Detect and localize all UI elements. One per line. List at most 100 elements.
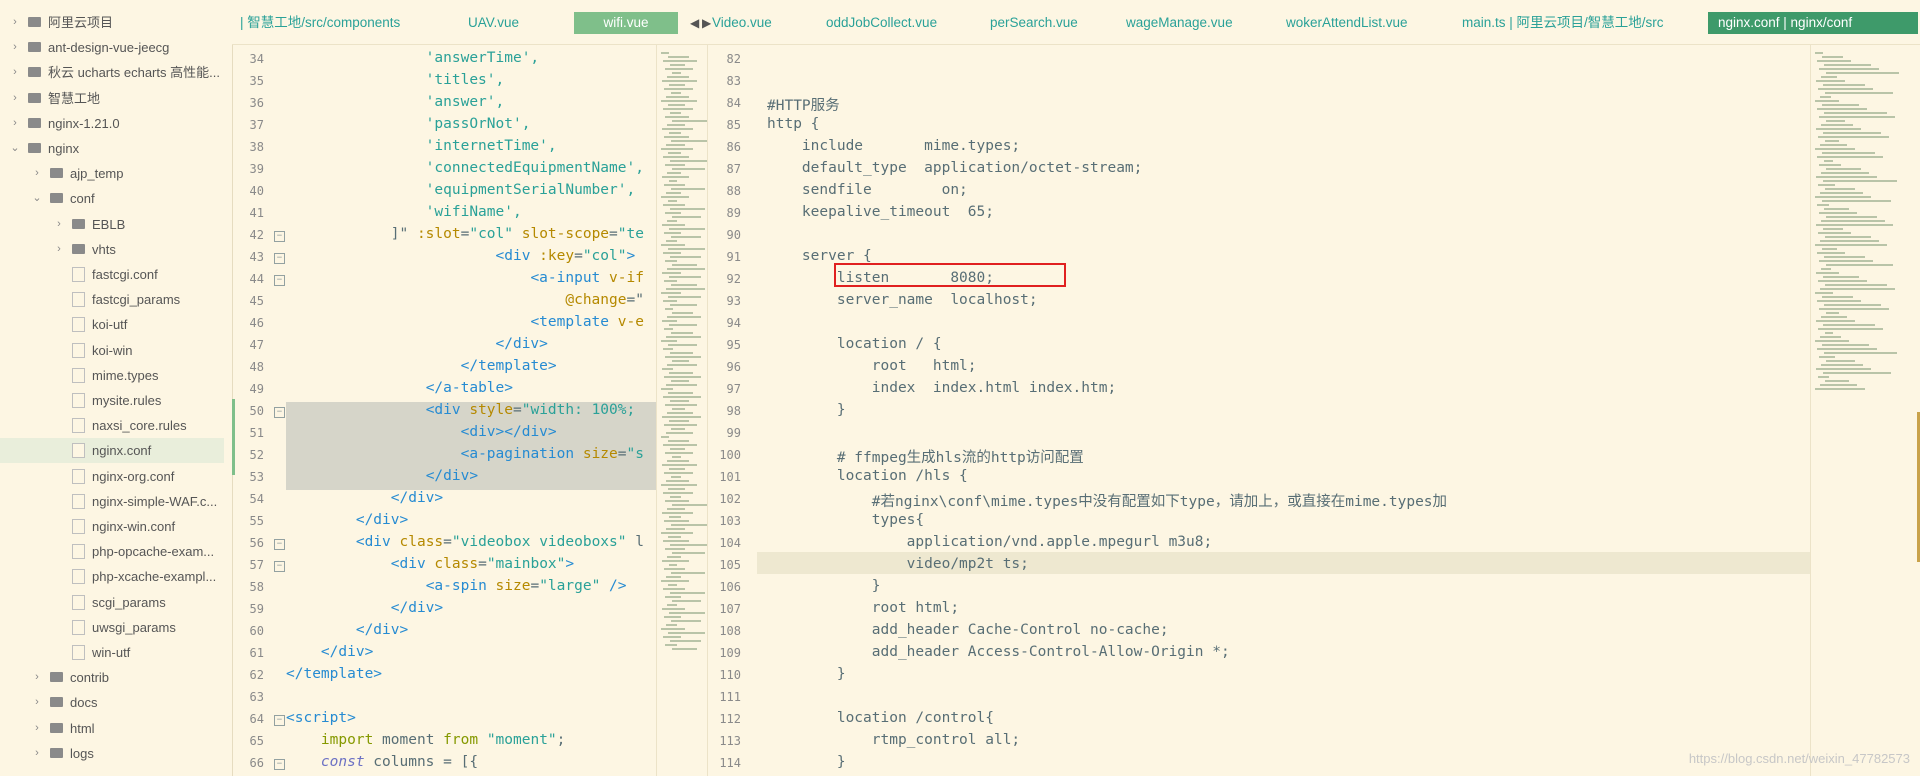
fold-toggle-icon[interactable]: − xyxy=(274,539,285,550)
tab-scroll-left-icon[interactable]: ◀ xyxy=(690,12,699,34)
tab-wagemanage-vue[interactable]: wageManage.vue xyxy=(1122,12,1237,34)
chevron-right-icon[interactable]: › xyxy=(8,111,22,136)
tree-item-logs[interactable]: › logs xyxy=(0,741,224,766)
minimap-line xyxy=(1815,52,1823,54)
minimap-line xyxy=(1823,180,1897,182)
minimap-line xyxy=(672,552,705,554)
chevron-right-icon[interactable]: › xyxy=(8,35,22,60)
tree-item-koi-win[interactable]: koi-win xyxy=(0,338,224,363)
tree-item-nginx-win-conf[interactable]: nginx-win.conf xyxy=(0,514,224,539)
fold-toggle-icon[interactable]: − xyxy=(274,561,285,572)
minimap-line xyxy=(1817,204,1829,206)
minimap-line xyxy=(1821,76,1837,78)
tab-nginx-conf[interactable]: nginx.conf | nginx/conf xyxy=(1708,12,1918,34)
tab-video-vue[interactable]: Video.vue xyxy=(708,12,776,34)
tree-item-nginx-1-21-0[interactable]: › nginx-1.21.0 xyxy=(0,111,224,136)
code-token: =" xyxy=(626,292,644,308)
tree-item-php-opcache-exam[interactable]: php-opcache-exam... xyxy=(0,539,224,564)
tab-wokerattendlist-vue[interactable]: wokerAttendList.vue xyxy=(1282,12,1412,34)
chevron-right-icon[interactable]: › xyxy=(52,212,66,237)
minimap-line xyxy=(668,536,681,538)
tree-item-nginx-simple-waf-c[interactable]: nginx-simple-WAF.c... xyxy=(0,489,224,514)
fold-toggle-icon[interactable]: − xyxy=(274,253,285,264)
tab-persearch-vue[interactable]: perSearch.vue xyxy=(986,12,1082,34)
minimap-line xyxy=(662,608,685,610)
chevron-right-icon[interactable]: › xyxy=(52,237,66,262)
tree-item-conf[interactable]: ⌄ conf xyxy=(0,186,224,211)
minimap-line xyxy=(672,360,689,362)
code-line: add_header Cache-Control no-cache; xyxy=(767,622,1169,638)
tree-item-label: nginx xyxy=(48,141,80,156)
chevron-down-icon[interactable]: ⌄ xyxy=(8,136,22,161)
right-minimap[interactable] xyxy=(1810,44,1920,776)
tree-item-vhts[interactable]: › vhts xyxy=(0,237,224,262)
minimap-line xyxy=(668,152,681,154)
tab-main-ts[interactable]: main.ts | 阿里云项目/智慧工地/src xyxy=(1458,12,1668,34)
minimap-line xyxy=(664,136,689,138)
tab-wifi-vue[interactable]: wifi.vue xyxy=(574,12,678,34)
chevron-right-icon[interactable]: › xyxy=(30,690,44,715)
code-token: ; xyxy=(556,732,566,748)
code-token: class xyxy=(399,534,444,550)
chevron-right-icon[interactable]: › xyxy=(30,665,44,690)
line-number: 54 xyxy=(249,492,264,506)
line-number: 58 xyxy=(249,580,264,594)
chevron-right-icon[interactable]: › xyxy=(8,10,22,35)
minimap-line xyxy=(662,464,697,466)
line-number: 110 xyxy=(719,668,741,682)
minimap-line xyxy=(672,264,697,266)
tree-item-naxsi-core-rules[interactable]: naxsi_core.rules xyxy=(0,413,224,438)
left-minimap[interactable] xyxy=(656,44,708,776)
tree-item-[interactable]: › 阿里云项目 xyxy=(0,10,224,35)
chevron-right-icon[interactable]: › xyxy=(30,716,44,741)
tree-item-fastcgi-conf[interactable]: fastcgi.conf xyxy=(0,262,224,287)
right-code-editor[interactable]: 82 83 84 #HTTP服务 85 http {86 include mime.typ… xyxy=(707,44,1810,776)
minimap-line xyxy=(1816,176,1877,178)
tab-oddjobcollect-vue[interactable]: oddJobCollect.vue xyxy=(822,12,941,34)
tree-item-ant-design-vue-jeecg[interactable]: › ant-design-vue-jeecg xyxy=(0,35,224,60)
tree-item-eblb[interactable]: › EBLB xyxy=(0,212,224,237)
tree-item-label: docs xyxy=(70,695,98,711)
tree-item-mime-types[interactable]: mime.types xyxy=(0,363,224,388)
fold-toggle-icon[interactable]: − xyxy=(274,231,285,242)
tree-item-nginx-org-conf[interactable]: nginx-org.conf xyxy=(0,464,224,489)
chevron-down-icon[interactable]: ⌄ xyxy=(30,186,44,211)
line-number: 60 xyxy=(249,624,264,638)
fold-toggle-icon[interactable]: − xyxy=(274,275,285,286)
code-token: video/mp2t ts; xyxy=(767,556,1029,572)
tree-item-html[interactable]: › html xyxy=(0,716,224,741)
code-token: 'passOrNot', xyxy=(286,116,531,132)
chevron-right-icon[interactable]: › xyxy=(8,60,22,85)
code-token: location /control{ xyxy=(767,710,994,726)
tree-item-ucharts-echarts[interactable]: › 秋云 ucharts echarts 高性能... xyxy=(0,60,224,85)
tree-item-uwsgi-params[interactable]: uwsgi_params xyxy=(0,615,224,640)
chevron-right-icon[interactable]: › xyxy=(30,741,44,766)
tree-item-mysite-rules[interactable]: mysite.rules xyxy=(0,388,224,413)
file-icon xyxy=(72,393,85,408)
tree-item-fastcgi-params[interactable]: fastcgi_params xyxy=(0,287,224,312)
tree-item-docs[interactable]: › docs xyxy=(0,690,224,715)
chevron-right-icon[interactable]: › xyxy=(8,86,22,111)
line-number: 84 xyxy=(726,96,741,110)
tree-item-nginx-conf[interactable]: nginx.conf xyxy=(0,438,224,464)
fold-toggle-icon[interactable]: − xyxy=(274,407,285,418)
tree-item-contrib[interactable]: › contrib xyxy=(0,665,224,690)
left-code-editor[interactable]: 34 'answerTime', 35 'titles', 36 'answer',… xyxy=(232,44,656,776)
code-token: "mainbox" xyxy=(486,556,566,572)
tree-item-[interactable]: › 智慧工地 xyxy=(0,86,224,111)
tree-item-scgi-params[interactable]: scgi_params xyxy=(0,590,224,615)
tree-item-ajp-temp[interactable]: › ajp_temp xyxy=(0,161,224,186)
chevron-right-icon[interactable]: › xyxy=(30,161,44,186)
tree-item-koi-utf[interactable]: koi-utf xyxy=(0,312,224,337)
fold-toggle-icon[interactable]: − xyxy=(274,715,285,726)
tab-uav-vue[interactable]: UAV.vue xyxy=(464,12,523,34)
line-number: 41 xyxy=(249,206,264,220)
tree-item-php-xcache-exampl[interactable]: php-xcache-exampl... xyxy=(0,564,224,589)
fold-toggle-icon[interactable]: − xyxy=(274,759,285,770)
tab-components-path[interactable]: | 智慧工地/src/components xyxy=(236,12,404,34)
tree-item-nginx[interactable]: ⌄ nginx xyxy=(0,136,224,161)
tree-item-win-utf[interactable]: win-utf xyxy=(0,640,224,665)
minimap-line xyxy=(668,392,693,394)
code-token: server { xyxy=(767,248,872,264)
